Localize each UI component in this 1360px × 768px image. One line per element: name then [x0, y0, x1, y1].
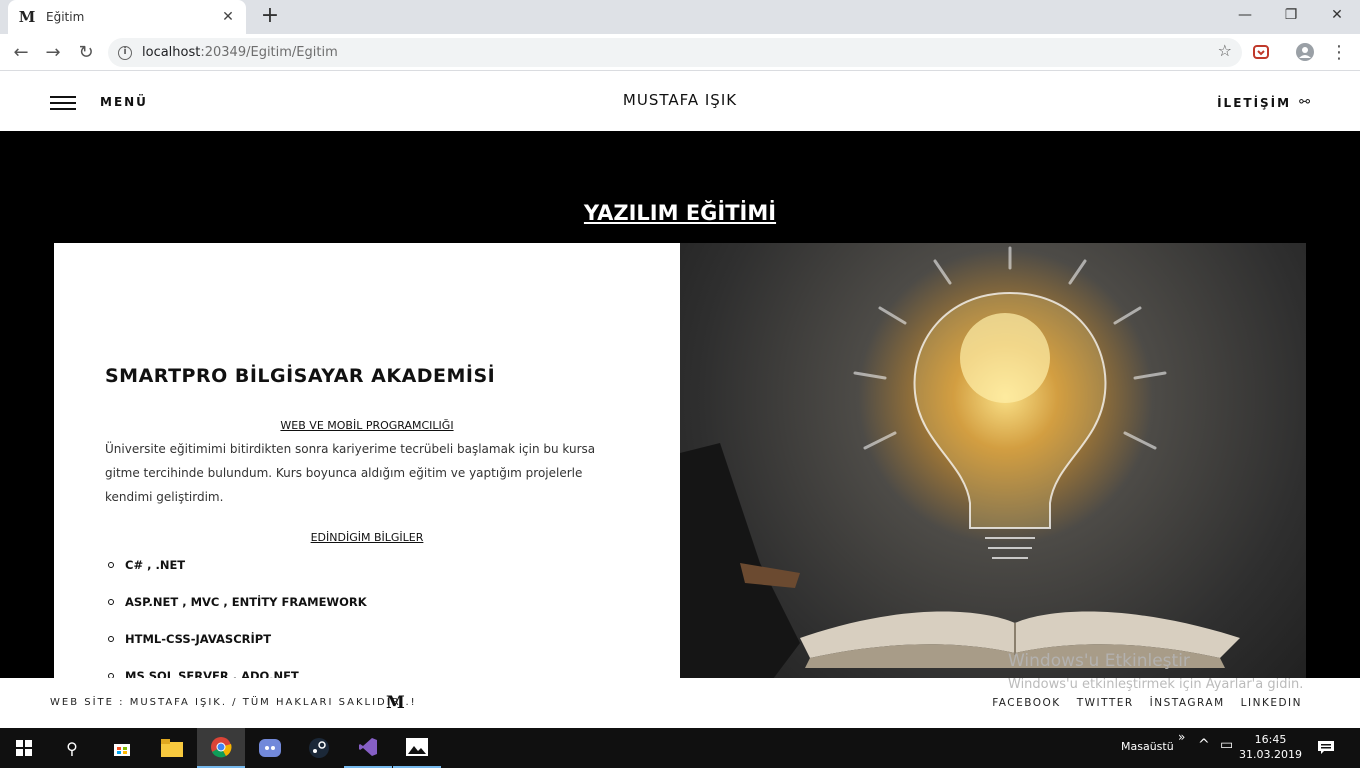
list-item: C# , .NET — [105, 555, 367, 592]
list-item: MS SQL SERVER , ADO.NET — [105, 666, 367, 678]
page-title: YAZILIM EĞİTİMİ — [583, 201, 777, 225]
forward-button[interactable]: → — [40, 40, 66, 66]
footer-logo: M — [386, 693, 405, 713]
activation-watermark-text: Windows'u etkinleştirmek için Ayarlar'a … — [1008, 677, 1304, 692]
chrome-icon[interactable] — [197, 728, 245, 768]
link-icon: ⚯ — [1299, 95, 1310, 110]
restore-window-button[interactable]: ❐ — [1268, 0, 1314, 30]
lightbulb-illustration — [680, 246, 1240, 678]
card-heading: SMARTPRO BİLGİSAYAR AKADEMİSİ — [105, 365, 496, 387]
site-brand[interactable]: MUSTAFA IŞIK — [0, 91, 1360, 109]
steam-icon[interactable] — [295, 728, 343, 768]
list-item: ASP.NET , MVC , ENTİTY FRAMEWORK — [105, 592, 367, 629]
file-explorer-icon[interactable] — [148, 728, 196, 768]
discord-icon[interactable] — [246, 728, 294, 768]
contact-link[interactable]: İLETİŞİM ⚯ — [1217, 95, 1310, 110]
url-text: localhost:20349/Egitim/Egitim — [142, 45, 338, 60]
clock-date: 31.03.2019 — [1239, 748, 1302, 761]
minimize-window-button[interactable]: — — [1222, 0, 1268, 30]
browser-toolbar: ← → ↻ i localhost:20349/Egitim/Egitim ☆ … — [0, 34, 1360, 71]
clock-time: 16:45 — [1254, 733, 1287, 746]
instagram-link[interactable]: İNSTAGRAM — [1150, 697, 1225, 709]
pocket-extension-icon[interactable] — [1252, 43, 1270, 61]
address-bar[interactable]: i localhost:20349/Egitim/Egitim ☆ — [108, 38, 1242, 67]
card-paragraph: Üniversite eğitimimi bitirdikten sonra k… — [105, 442, 596, 504]
close-tab-icon[interactable]: ✕ — [220, 9, 236, 25]
facebook-link[interactable]: FACEBOOK — [992, 697, 1060, 709]
lightbulb-book-image — [680, 243, 1306, 678]
site-header: MENÜ MUSTAFA IŞIK İLETİŞİM ⚯ — [0, 71, 1360, 131]
back-button[interactable]: ← — [8, 40, 34, 66]
main-content: YAZILIM EĞİTİMİ SMARTPRO BİLGİSAYAR AKAD… — [0, 131, 1360, 678]
network-icon[interactable]: ▭ — [1220, 737, 1233, 753]
store-icon[interactable] — [98, 728, 146, 768]
profile-avatar-icon[interactable] — [1296, 43, 1314, 61]
visual-studio-icon[interactable] — [344, 728, 392, 768]
activation-watermark-title: Windows'u Etkinleştir — [1008, 651, 1190, 671]
browser-tab[interactable]: M Eğitim ✕ — [8, 0, 246, 34]
taskbar-clock[interactable]: 16:45 31.03.2019 — [1239, 732, 1302, 762]
browser-menu-icon[interactable]: ⋮ — [1326, 40, 1352, 66]
education-card: SMARTPRO BİLGİSAYAR AKADEMİSİ WEB VE MOB… — [54, 243, 680, 678]
tab-title: Eğitim — [46, 10, 85, 24]
new-tab-button[interactable]: + — [258, 4, 282, 28]
windows-taskbar: ⚲ Masaüstü » ^ ▭ 16:45 31.03.2019 — [0, 728, 1360, 768]
subheading-skills: EDİNDİGİM BİLGİLER — [310, 531, 424, 544]
photos-icon[interactable] — [393, 728, 441, 768]
toolbar-expand-icon[interactable]: » — [1178, 730, 1185, 744]
contact-label: İLETİŞİM — [1217, 95, 1292, 110]
desktop-toolbar-label[interactable]: Masaüstü — [1121, 740, 1174, 753]
search-icon[interactable]: ⚲ — [48, 728, 96, 768]
site-info-icon[interactable]: i — [118, 45, 132, 60]
subheading-web-mobile: WEB VE MOBİL PROGRAMCILIĞI — [280, 419, 454, 432]
twitter-link[interactable]: TWITTER — [1077, 697, 1134, 709]
skills-list: C# , .NET ASP.NET , MVC , ENTİTY FRAMEWO… — [105, 555, 367, 678]
social-links: FACEBOOK TWITTER İNSTAGRAM LINKEDIN — [992, 697, 1302, 709]
copyright-text: WEB SİTE : MUSTAFA IŞIK. / TÜM HAKLARI S… — [50, 697, 417, 708]
notifications-icon[interactable] — [1306, 728, 1346, 768]
list-item: HTML-CSS-JAVASCRİPT — [105, 629, 367, 666]
site-favicon-icon: M — [18, 8, 36, 26]
reload-button[interactable]: ↻ — [73, 40, 99, 66]
linkedin-link[interactable]: LINKEDIN — [1241, 697, 1302, 709]
windows-logo-icon — [16, 740, 32, 756]
show-hidden-icons-icon[interactable]: ^ — [1198, 737, 1210, 753]
bookmark-star-icon[interactable]: ☆ — [1218, 41, 1232, 60]
start-button[interactable] — [0, 728, 48, 768]
browser-tabstrip: M Eğitim ✕ + — ❐ ✕ — [0, 0, 1360, 34]
close-window-button[interactable]: ✕ — [1314, 0, 1360, 30]
